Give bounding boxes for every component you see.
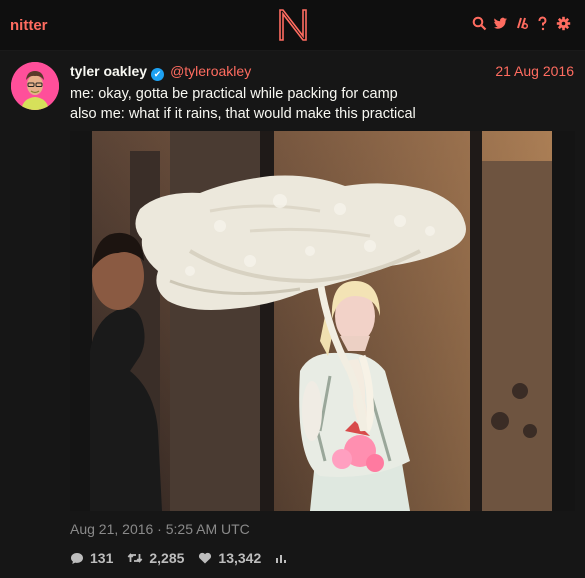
- tweet-stats: 131 2,285 13,342: [70, 550, 307, 566]
- about-icon[interactable]: [535, 16, 550, 31]
- likes-count: 13,342: [218, 550, 262, 566]
- heart-icon: [199, 552, 212, 564]
- retweets-stat[interactable]: 2,285: [127, 550, 184, 566]
- retweets-count: 2,285: [149, 550, 185, 566]
- retweet-icon: [127, 553, 143, 563]
- tweet-text-line: also me: what if it rains, that would ma…: [70, 106, 416, 122]
- tweet-header: tyler oakley ✔ @tyleroakley: [70, 63, 251, 81]
- twitter-icon[interactable]: [493, 16, 508, 31]
- navbar: nitter: [0, 0, 585, 51]
- replies-count: 131: [90, 550, 114, 566]
- tweet-content: me: okay, gotta be practical while packi…: [70, 84, 570, 124]
- search-icon[interactable]: [472, 16, 487, 31]
- settings-icon[interactable]: [556, 16, 571, 31]
- username[interactable]: @tyleroakley: [170, 63, 251, 79]
- tweet-card: tyler oakley ✔ @tyleroakley 21 Aug 2016 me…: [0, 51, 585, 578]
- rss-icon[interactable]: [514, 16, 529, 31]
- likes-stat[interactable]: 13,342: [198, 550, 261, 566]
- brand-link[interactable]: nitter: [10, 17, 48, 34]
- views-stat[interactable]: [275, 552, 293, 564]
- tweet-timestamp[interactable]: Aug 21, 2016 · 5:25 AM UTC: [70, 521, 250, 537]
- tweet-image[interactable]: [70, 131, 575, 511]
- fullname[interactable]: tyler oakley: [70, 63, 147, 79]
- verified-icon: ✔: [151, 68, 165, 81]
- comment-icon: [71, 552, 83, 564]
- nitter-logo[interactable]: [278, 8, 308, 42]
- tweet-date-link[interactable]: 21 Aug 2016: [495, 63, 574, 79]
- avatar[interactable]: [11, 62, 59, 110]
- tweet-text-line: me: okay, gotta be practical while packi…: [70, 86, 398, 102]
- bar-chart-icon: [276, 555, 287, 563]
- replies-stat[interactable]: 131: [70, 550, 113, 566]
